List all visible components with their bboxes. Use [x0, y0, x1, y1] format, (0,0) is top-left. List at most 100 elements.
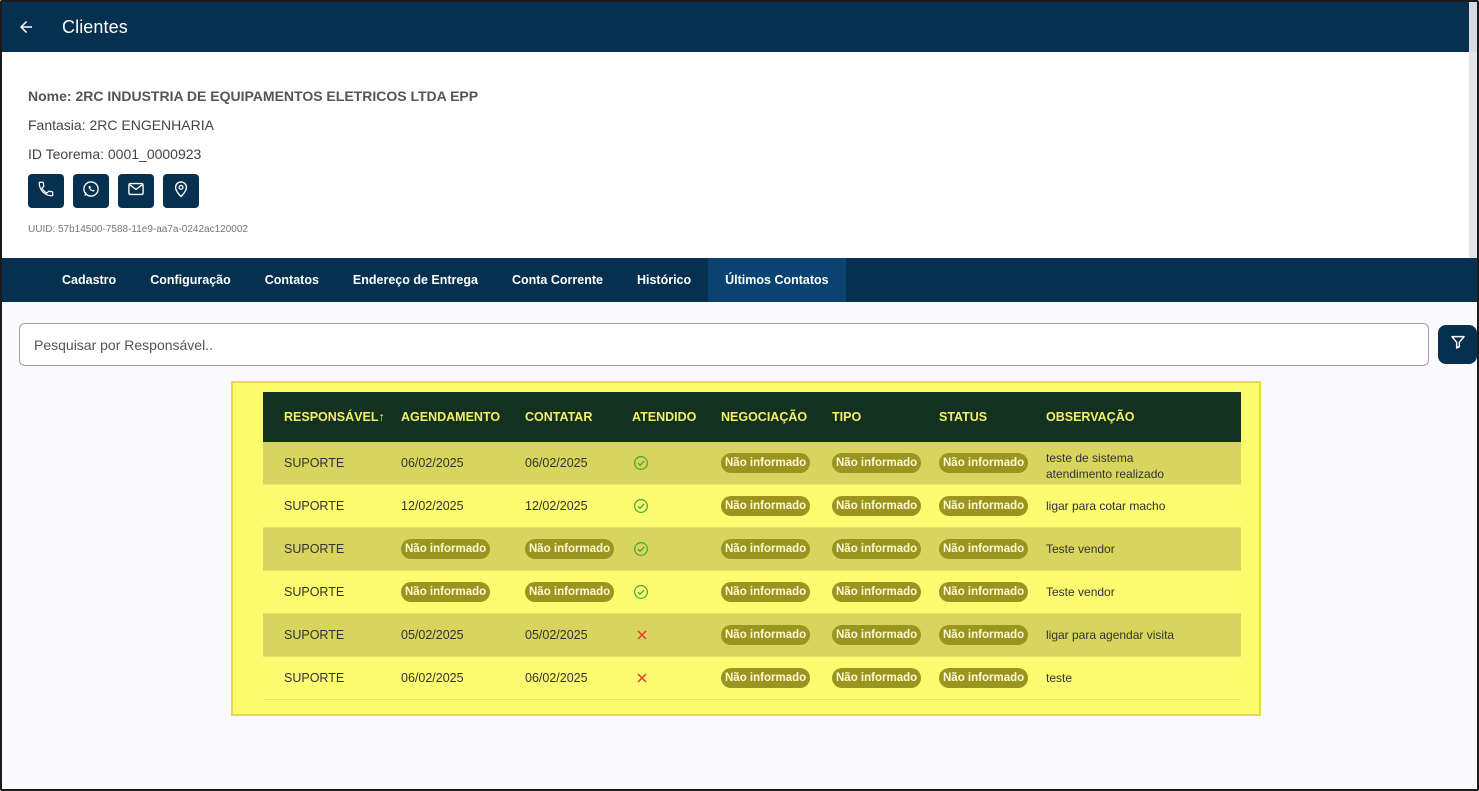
filter-button[interactable] [1438, 325, 1477, 364]
table-row[interactable]: SUPORTE 06/02/2025 06/02/2025 Não informado… [263, 657, 1241, 700]
check-circle-icon [632, 497, 650, 515]
search-bar [19, 323, 1429, 366]
table-row[interactable]: SUPORTE 06/02/2025 06/02/2025 Não informado… [263, 442, 1241, 485]
atendido-cell [632, 627, 721, 643]
tab-configuracao[interactable]: Configuração [133, 258, 248, 302]
tipo-badge: Não informado [832, 668, 922, 688]
table-row[interactable]: SUPORTE Não informado Não informado Não inf… [263, 528, 1241, 571]
tipo-cell: Não informado [832, 582, 939, 602]
tipo-cell: Não informado [832, 539, 939, 559]
header-agendamento[interactable]: AGENDAMENTO [401, 410, 525, 424]
table-row[interactable]: SUPORTE Não informado Não informado Não inf… [263, 571, 1241, 614]
status-badge: Não informado [939, 582, 1029, 602]
client-uuid: UUID: 57b14500-7588-11e9-aa7a-0242ac1200… [28, 224, 248, 232]
tab-cadastro[interactable]: Cadastro [45, 258, 133, 302]
back-arrow-icon[interactable] [16, 17, 36, 37]
filter-icon [1450, 334, 1466, 355]
app-window: Clientes Nome: 2RC INDUSTRIA DE EQUIPAME… [0, 0, 1479, 791]
tipo-badge: Não informado [832, 453, 922, 473]
page-title: Clientes [62, 16, 128, 37]
agendamento-badge: Não informado [401, 582, 491, 602]
table-row[interactable]: SUPORTE 12/02/2025 12/02/2025 Não informado… [263, 485, 1241, 528]
status-badge: Não informado [939, 496, 1029, 516]
contact-actions [28, 174, 199, 208]
agendamento-cell: 05/02/2025 [401, 628, 464, 642]
contacts-table-container: RESPONSÁVEL ↑ AGENDAMENTO CONTATAR ATEND… [231, 381, 1261, 716]
agendamento-badge: Não informado [401, 539, 491, 559]
atendido-cell [632, 670, 721, 686]
contatar-cell: 05/02/2025 [525, 628, 588, 642]
tab-contatos[interactable]: Contatos [248, 258, 336, 302]
check-circle-icon [632, 454, 650, 472]
tab-historico[interactable]: Histórico [620, 258, 708, 302]
table-header: RESPONSÁVEL ↑ AGENDAMENTO CONTATAR ATEND… [263, 392, 1241, 442]
negociacao-badge: Não informado [721, 453, 811, 473]
client-id-teorema: ID Teorema: 0001_0000923 [28, 146, 202, 162]
header-status[interactable]: STATUS [939, 410, 1046, 424]
header-observacao[interactable]: OBSERVAÇÃO [1046, 410, 1241, 424]
agendamento-cell: Não informado [401, 582, 525, 602]
table-body: SUPORTE 06/02/2025 06/02/2025 Não informado… [263, 442, 1241, 700]
email-button[interactable] [118, 174, 154, 208]
phone-button[interactable] [28, 174, 64, 208]
status-cell: Não informado [939, 625, 1046, 645]
client-name: Nome: 2RC INDUSTRIA DE EQUIPAMENTOS ELET… [28, 88, 479, 104]
table-row[interactable]: SUPORTE 05/02/2025 05/02/2025 Não informado… [263, 614, 1241, 657]
tab-bar: Cadastro Configuração Contatos Endereço … [2, 258, 1477, 302]
contatar-cell: 12/02/2025 [525, 499, 588, 513]
scrollbar-track [1469, 2, 1477, 52]
negociacao-cell: Não informado [721, 668, 832, 688]
location-pin-icon [171, 179, 191, 204]
contatar-badge: Não informado [525, 539, 615, 559]
tipo-cell: Não informado [832, 625, 939, 645]
observacao-text: teste [1046, 671, 1073, 685]
observacao-cell: Teste vendor [1046, 541, 1241, 557]
atendido-cell [632, 583, 721, 601]
negociacao-cell: Não informado [721, 496, 832, 516]
search-input[interactable] [19, 323, 1429, 366]
status-cell: Não informado [939, 496, 1046, 516]
status-badge: Não informado [939, 625, 1029, 645]
status-badge: Não informado [939, 539, 1029, 559]
observacao-cell: ligar para cotar macho [1046, 498, 1241, 514]
close-x-icon [634, 627, 650, 643]
client-fantasia: Fantasia: 2RC ENGENHARIA [28, 117, 214, 133]
location-button[interactable] [163, 174, 199, 208]
tipo-cell: Não informado [832, 496, 939, 516]
observacao-text: ligar para agendar visita [1046, 628, 1175, 642]
observacao-cell: ligar para agendar visita [1046, 627, 1241, 643]
header-responsavel[interactable]: RESPONSÁVEL ↑ [263, 410, 401, 424]
contatar-cell: 06/02/2025 [525, 456, 588, 470]
tab-conta-corrente[interactable]: Conta Corrente [495, 258, 620, 302]
app-bar: Clientes [2, 2, 1477, 52]
tab-ultimos-contatos[interactable]: Últimos Contatos [708, 258, 846, 302]
status-cell: Não informado [939, 453, 1046, 473]
responsavel-cell: SUPORTE [284, 671, 345, 685]
tipo-cell: Não informado [832, 453, 939, 473]
negociacao-badge: Não informado [721, 582, 811, 602]
tab-endereco-entrega[interactable]: Endereço de Entrega [336, 258, 495, 302]
responsavel-cell: SUPORTE [284, 542, 345, 556]
negociacao-badge: Não informado [721, 539, 811, 559]
contacts-table: RESPONSÁVEL ↑ AGENDAMENTO CONTATAR ATEND… [263, 392, 1241, 700]
check-circle-icon [632, 583, 650, 601]
header-atendido[interactable]: ATENDIDO [632, 410, 721, 424]
atendido-cell [632, 454, 721, 472]
header-contatar[interactable]: CONTATAR [525, 410, 632, 424]
negociacao-cell: Não informado [721, 453, 832, 473]
negociacao-cell: Não informado [721, 582, 832, 602]
observacao-cell: teste de sistema atendimento realizado [1046, 444, 1241, 482]
whatsapp-icon [81, 179, 101, 204]
close-x-icon [634, 670, 650, 686]
observacao-cell: teste [1046, 670, 1241, 686]
whatsapp-button[interactable] [73, 174, 109, 208]
status-cell: Não informado [939, 582, 1046, 602]
observacao-text: Teste vendor [1046, 542, 1115, 556]
header-tipo[interactable]: TIPO [832, 410, 939, 424]
negociacao-badge: Não informado [721, 668, 811, 688]
header-negociacao[interactable]: NEGOCIAÇÃO [721, 410, 832, 424]
agendamento-cell: 06/02/2025 [401, 456, 464, 470]
status-badge: Não informado [939, 453, 1029, 473]
phone-icon [37, 180, 55, 203]
negociacao-cell: Não informado [721, 539, 832, 559]
